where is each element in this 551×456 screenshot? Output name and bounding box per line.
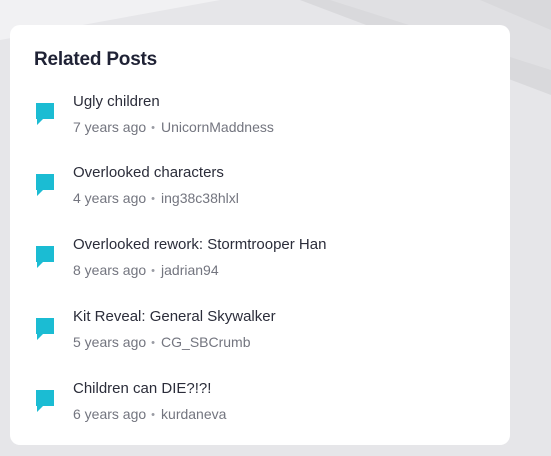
related-post-item[interactable]: Overlooked rework: Stormtrooper Han 8 ye… (34, 236, 494, 292)
post-meta: 6 years ago • kurdaneva (73, 406, 226, 422)
post-age: 8 years ago (73, 262, 147, 278)
post-author[interactable]: CG_SBCrumb (161, 334, 250, 350)
post-meta: 7 years ago • UnicornMaddness (73, 119, 274, 135)
post-age: 7 years ago (73, 119, 147, 135)
post-age: 4 years ago (73, 190, 147, 206)
speech-bubble-icon (36, 103, 54, 125)
post-author[interactable]: kurdaneva (161, 406, 226, 422)
related-posts-card: Related Posts Ugly children 7 years ago •… (10, 25, 510, 445)
meta-separator: • (151, 265, 156, 277)
post-age: 6 years ago (73, 406, 147, 422)
related-post-item[interactable]: Overlooked characters 4 years ago • ing38c… (34, 164, 494, 220)
speech-bubble-icon (36, 246, 54, 268)
post-meta: 5 years ago • CG_SBCrumb (73, 334, 251, 350)
post-title-link[interactable]: Children can DIE?!?! (73, 380, 211, 397)
speech-bubble-icon (36, 390, 54, 412)
post-author[interactable]: jadrian94 (161, 262, 219, 278)
related-post-item[interactable]: Kit Reveal: General Skywalker 5 years ag… (34, 308, 494, 364)
post-title-link[interactable]: Kit Reveal: General Skywalker (73, 308, 276, 325)
related-post-item[interactable]: Children can DIE?!?! 6 years ago • kurdane… (34, 380, 494, 436)
meta-separator: • (151, 337, 156, 349)
post-author[interactable]: ing38c38hlxl (161, 190, 239, 206)
post-title-link[interactable]: Ugly children (73, 93, 160, 110)
related-post-item[interactable]: Ugly children 7 years ago • UnicornMaddnes… (34, 93, 494, 149)
post-title-link[interactable]: Overlooked rework: Stormtrooper Han (73, 236, 326, 253)
speech-bubble-icon (36, 318, 54, 340)
card-title: Related Posts (34, 49, 158, 70)
post-age: 5 years ago (73, 334, 147, 350)
speech-bubble-icon (36, 174, 54, 196)
meta-separator: • (151, 122, 156, 134)
meta-separator: • (151, 193, 156, 205)
post-title-link[interactable]: Overlooked characters (73, 164, 224, 181)
post-meta: 4 years ago • ing38c38hlxl (73, 190, 239, 206)
meta-separator: • (151, 409, 156, 421)
post-meta: 8 years ago • jadrian94 (73, 262, 219, 278)
post-author[interactable]: UnicornMaddness (161, 119, 274, 135)
